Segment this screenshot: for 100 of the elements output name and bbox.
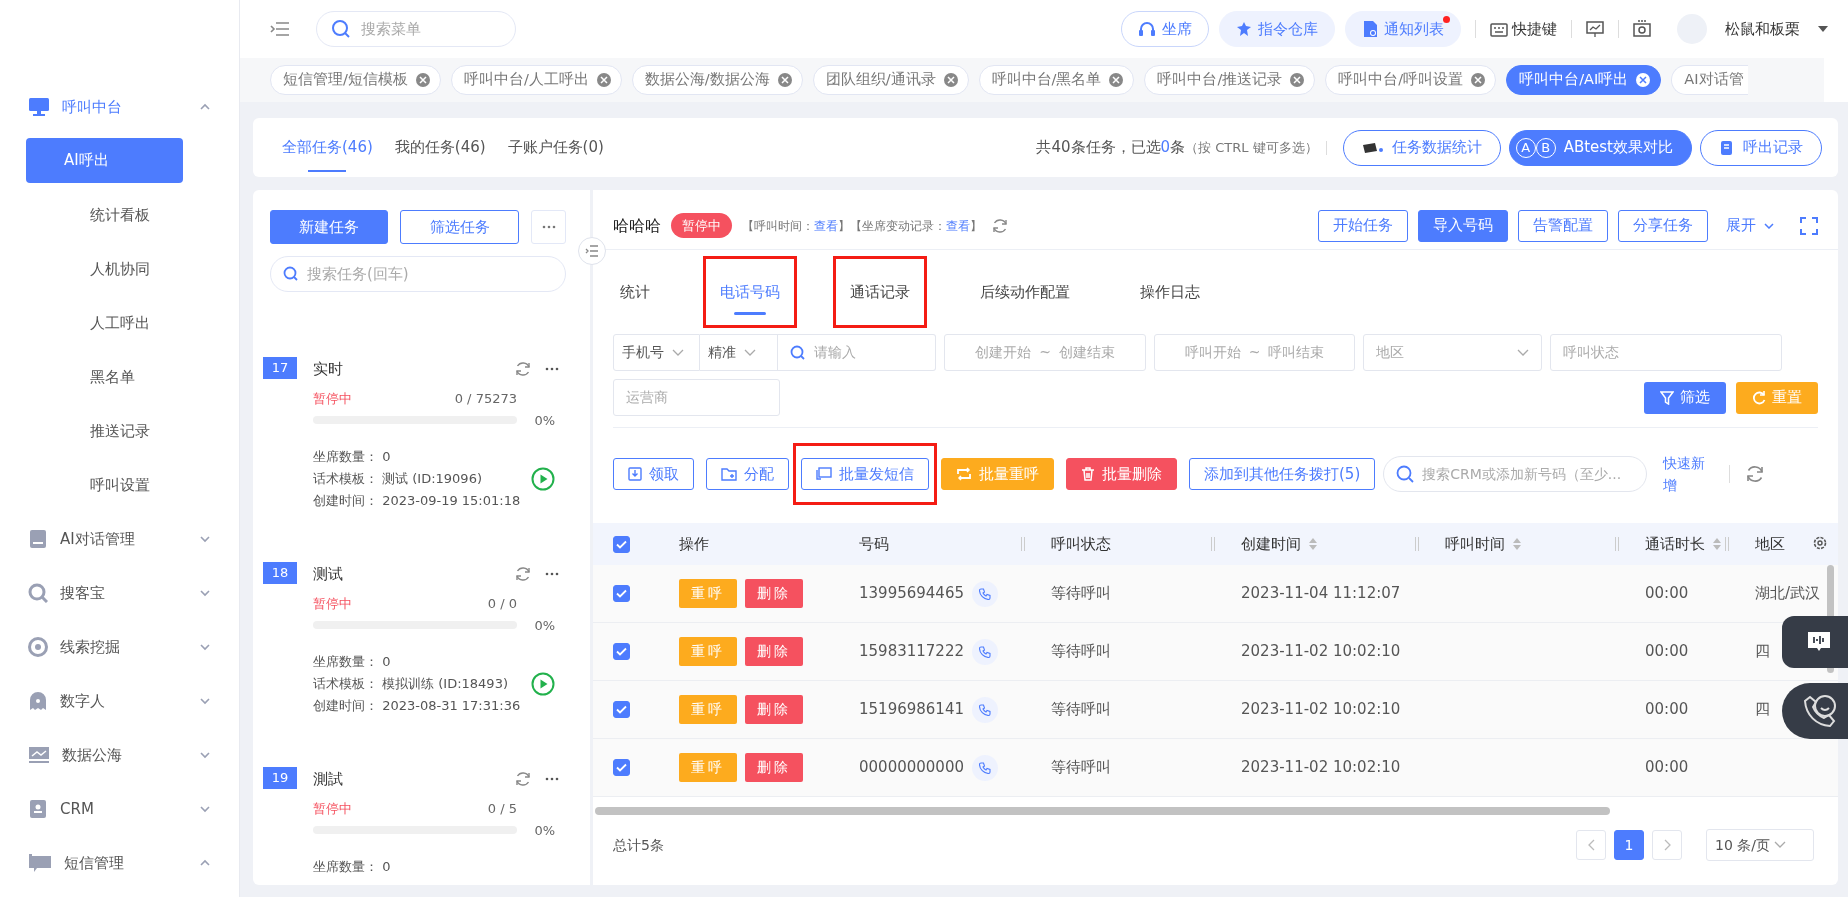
filter-button[interactable]: 筛选 [1644,381,1726,414]
view-link[interactable]: 查看 [946,218,970,233]
match-select[interactable]: 精准 [700,334,778,371]
detail-tab[interactable]: 通话记录 [850,266,910,318]
sidebar-group[interactable]: 搜客宝 [0,566,239,620]
horizontal-scrollbar[interactable] [595,807,1610,815]
task-tab[interactable]: 全部任务(46) [271,118,384,177]
page-tab[interactable]: 团队组织/通讯录 [812,65,969,95]
page-tab[interactable]: AI对话管 [1671,65,1748,95]
close-icon[interactable] [1109,73,1124,87]
sidebar-group[interactable]: AI对话管理 [0,512,239,566]
view-link[interactable]: 查看 [814,218,838,233]
sidebar-group[interactable]: CRM [0,782,239,836]
phone-icon[interactable] [972,696,998,723]
sidebar-item[interactable]: 呼叫设置 [26,458,213,512]
page-tab[interactable]: 呼叫中台/推送记录 [1144,65,1316,95]
keyword-field[interactable]: 请输入 [778,334,936,371]
phone-icon[interactable] [972,754,998,781]
new-task-button[interactable]: 新建任务 [270,210,388,244]
close-icon[interactable] [1471,73,1486,87]
task-name[interactable]: 測試 [313,767,515,791]
header-button[interactable]: 通知列表 [1345,11,1461,47]
page-tab[interactable]: 呼叫中台/黑名单 [978,65,1135,95]
page-tab[interactable]: 呼叫中台/AI呼出 [1506,65,1662,95]
target-icon [28,637,48,657]
bulk-action-button[interactable]: 批量发短信 [801,458,929,490]
delete-button[interactable]: 删除 [745,753,803,782]
sidebar-group[interactable]: 短信管理 [0,836,239,890]
page-tab[interactable]: 数据公海/数据公海 [631,65,803,95]
crm-search-field[interactable]: 搜索CRM或添加新号码（至少... [1383,456,1648,492]
delete-button[interactable]: 删除 [745,579,803,608]
call-date-range[interactable]: 呼叫开始 ~ 呼叫结束 [1154,334,1355,371]
column-header[interactable]: 通话时长 [1645,532,1705,556]
header-button[interactable]: 指令仓库 [1219,11,1335,47]
close-icon[interactable] [596,73,611,87]
row-checkbox[interactable] [613,643,630,660]
header-button[interactable]: 坐席 [1121,11,1209,47]
carrier-select[interactable]: 运营商 [613,379,780,416]
filter-task-button[interactable]: 筛选任务 [400,210,519,244]
close-icon[interactable] [415,73,430,87]
sort-icon [1713,538,1721,551]
delete-button[interactable]: 删除 [745,695,803,724]
action-button[interactable]: A B ABtest效果对比 [1508,129,1692,166]
bulk-action-button[interactable]: 批量删除 [1066,458,1177,490]
region-select[interactable]: 地区 [1363,334,1542,371]
quick-add-link[interactable]: 快速新增 [1663,452,1710,496]
close-icon[interactable] [1290,73,1305,87]
row-checkbox[interactable] [613,759,630,776]
close-icon[interactable] [777,73,792,87]
detail-tab[interactable]: 操作日志 [1140,266,1200,318]
page-tab[interactable]: 短信管理/短信模板 [270,65,441,95]
sidebar-item[interactable]: 统计看板 [26,188,213,242]
task-action-button[interactable]: 告警配置 [1518,209,1608,242]
shortcut-link[interactable]: 快捷键 [1512,17,1557,41]
delete-button[interactable]: 删除 [745,637,803,666]
bulk-action-button[interactable]: 分配 [706,458,789,490]
task-name[interactable]: 测试 [313,562,515,586]
phone-icon[interactable] [972,580,998,607]
task-action-button[interactable]: 导入号码 [1418,209,1508,242]
detail-tab[interactable]: 电话号码 [720,266,780,318]
search-icon [283,266,299,282]
sidebar-item[interactable]: 黑名单 [26,350,213,404]
sidebar-group[interactable]: 数字人 [0,674,239,728]
phone-icon[interactable] [972,638,998,665]
task-action-button[interactable]: 分享任务 [1618,209,1708,242]
username[interactable]: 松鼠和板栗 [1725,17,1800,41]
column-header[interactable]: 创建时间 [1241,532,1301,556]
select-all-checkbox[interactable] [613,535,630,553]
page-button[interactable]: 1 [1614,830,1644,860]
created-date-range[interactable]: 创建开始 ~ 创建结束 [944,334,1146,371]
sidebar-item[interactable]: 人机协同 [26,242,213,296]
detail-tab[interactable]: 后续动作配置 [980,266,1070,318]
detail-tab[interactable]: 统计 [620,266,650,318]
sidebar-item[interactable]: AI呼出 [26,138,183,183]
sidebar-item[interactable]: 人工呼出 [26,296,213,350]
task-name[interactable]: 实时 [313,357,515,381]
expand-link[interactable]: 展开 [1726,214,1774,237]
bulk-action-button[interactable]: 添加到其他任务拨打(5) [1189,458,1376,490]
chat-widget[interactable] [1782,616,1848,668]
bulk-action-button[interactable]: 领取 [613,458,694,490]
row-checkbox[interactable] [613,585,630,602]
call-status-select[interactable]: 呼叫状态 [1550,334,1782,371]
close-icon[interactable] [1636,73,1651,87]
task-tab[interactable]: 子账户任务(0) [496,118,615,177]
page-tab[interactable]: 呼叫中台/人工呼出 [450,65,622,95]
column-header[interactable]: 呼叫时间 [1445,532,1505,556]
action-button[interactable]: 呼出记录 [1700,129,1822,166]
page-tab[interactable]: 呼叫中台/呼叫设置 [1325,65,1497,95]
phone-type-select[interactable]: 手机号 [613,334,700,371]
row-checkbox[interactable] [613,701,630,718]
sidebar-group[interactable]: 数据公海 [0,728,239,782]
sidebar-group[interactable]: 呼叫中台 [0,80,239,134]
page-size-select[interactable]: 10 条/页 [1706,829,1814,861]
action-button[interactable]: 任务数据统计 [1342,129,1501,166]
sidebar-group[interactable]: 线索挖掘 [0,620,239,674]
task-tab[interactable]: 我的任务(46) [383,118,497,177]
sidebar-item[interactable]: 推送记录 [26,404,213,458]
close-icon[interactable] [943,73,958,87]
task-action-button[interactable]: 开始任务 [1318,209,1408,242]
table-cell-text: 四 [1755,699,1770,721]
